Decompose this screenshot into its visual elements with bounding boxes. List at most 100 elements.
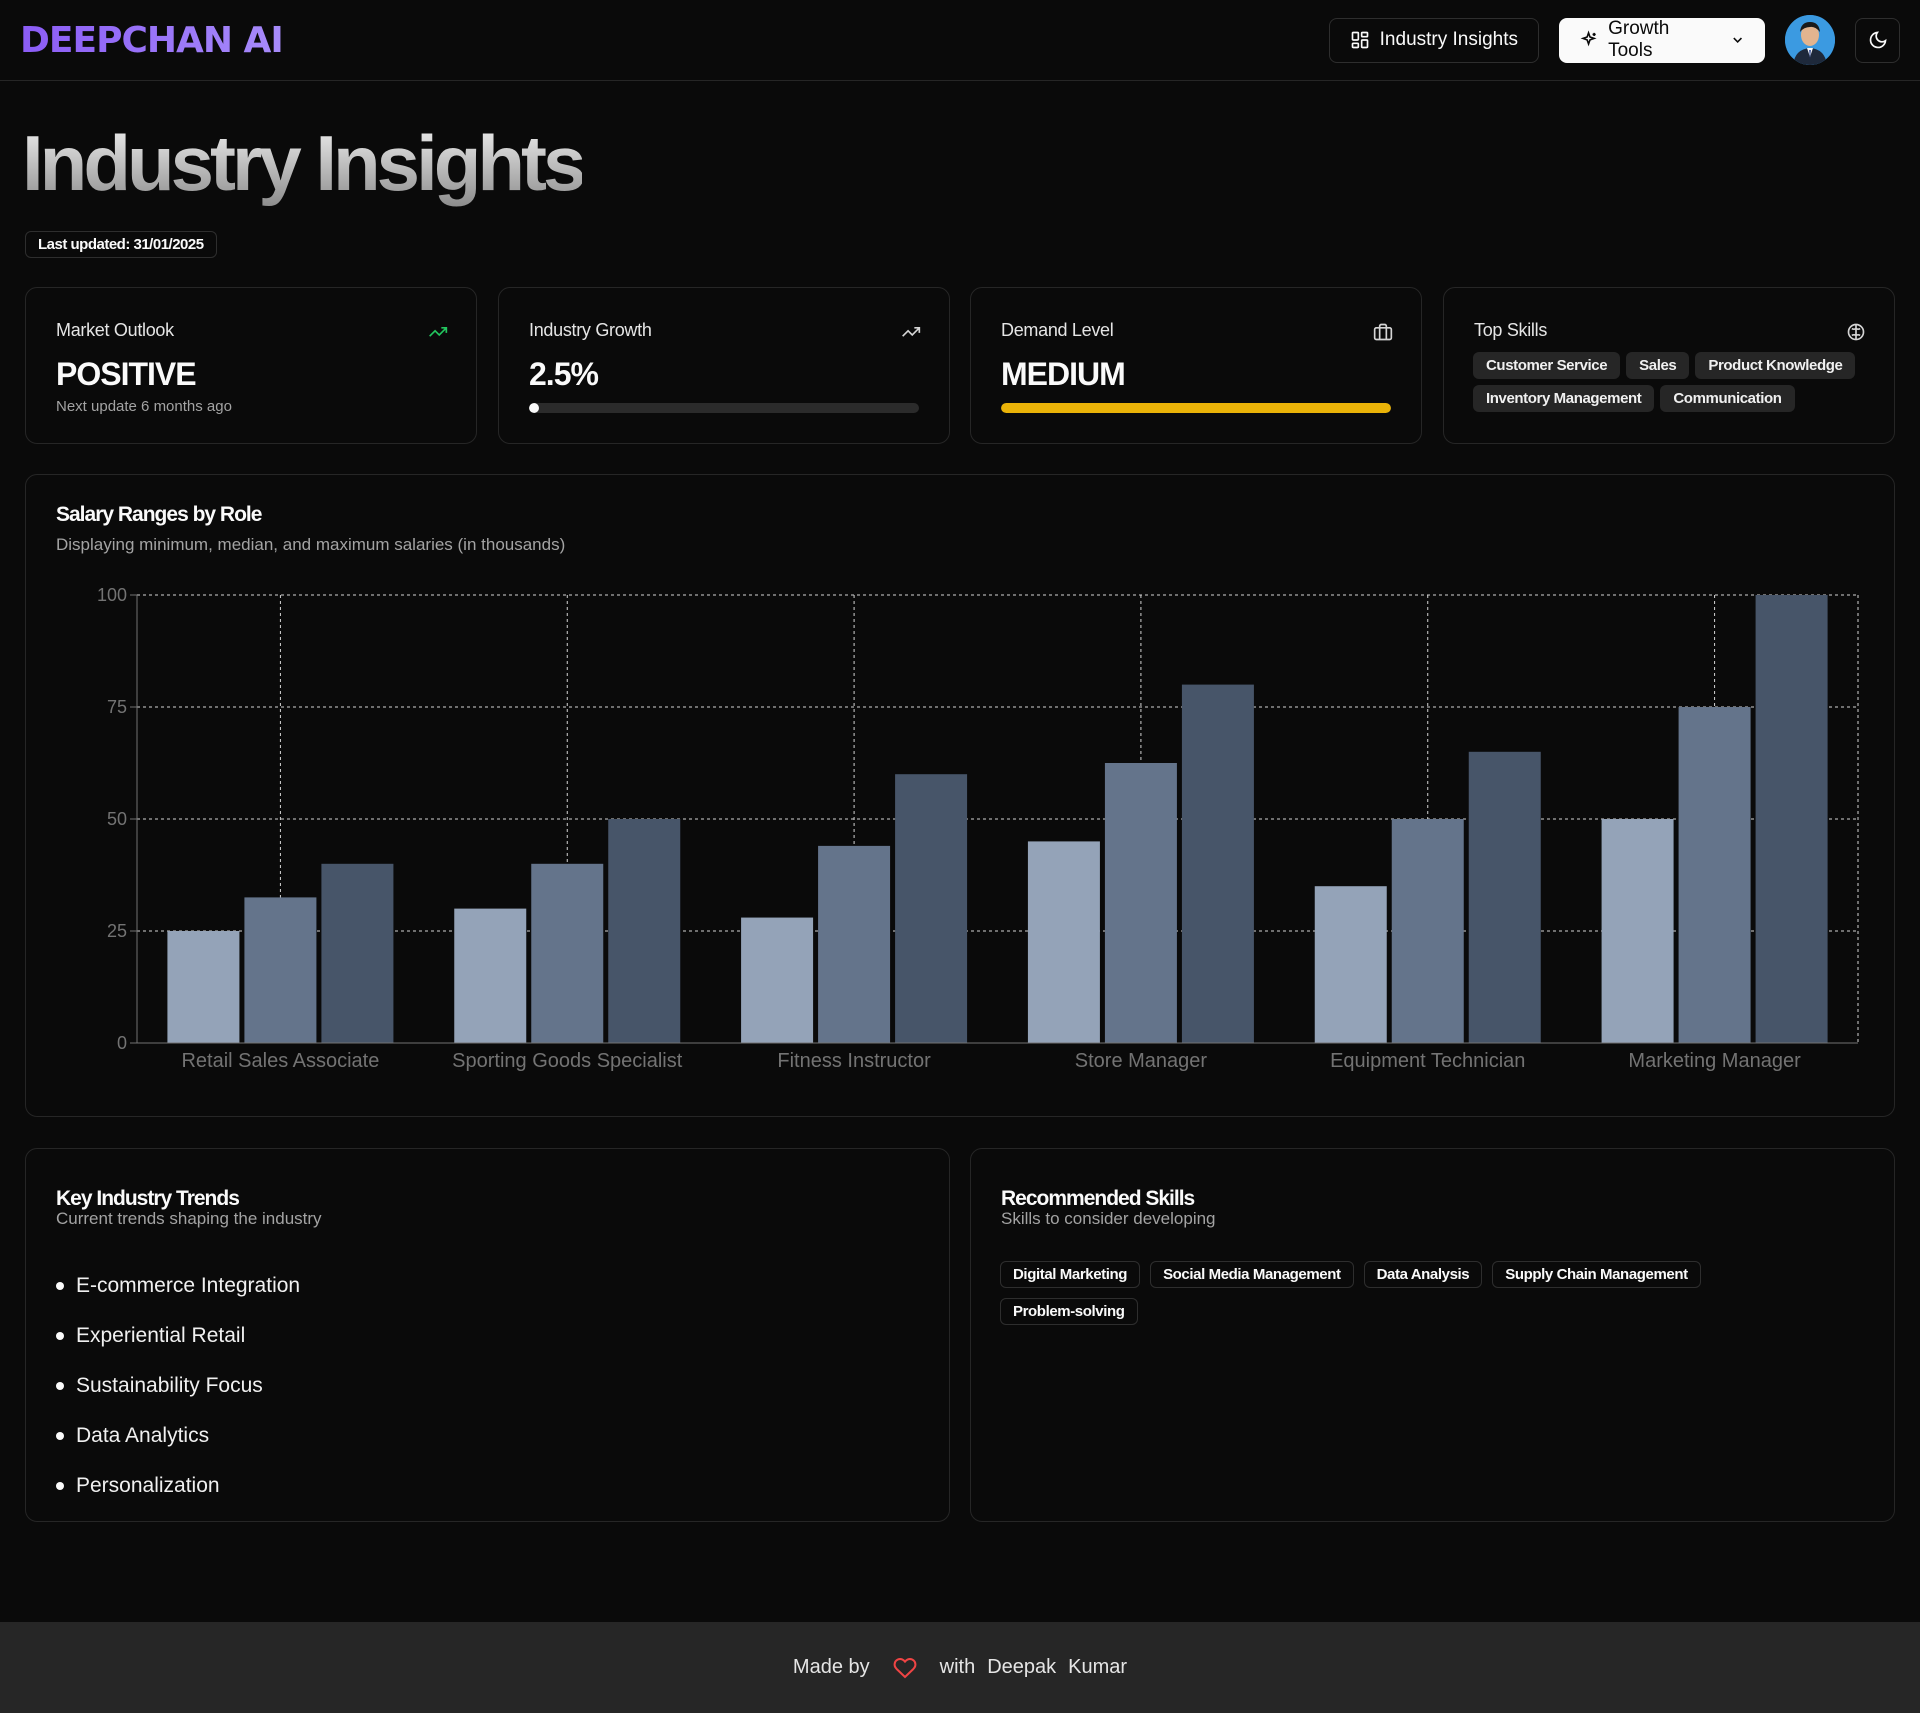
x-tick-label: Sporting Goods Specialist bbox=[452, 1050, 683, 1072]
industry-insights-button[interactable]: Industry Insights bbox=[1328, 17, 1539, 63]
footer: Made by with Deepak Kumar bbox=[0, 1622, 1920, 1713]
bullet-icon bbox=[56, 1282, 64, 1290]
user-avatar-image bbox=[1785, 15, 1835, 65]
recommended-skill-badge: Problem-solving bbox=[1000, 1298, 1138, 1325]
key-trends-description: Current trends shaping the industry bbox=[56, 1209, 322, 1228]
moon-icon bbox=[1869, 31, 1887, 49]
list-item: Sustainability Focus bbox=[56, 1361, 300, 1411]
top-skills-label: Top Skills bbox=[1474, 320, 1548, 340]
trending-up-icon bbox=[429, 327, 448, 337]
bullet-icon bbox=[56, 1482, 64, 1490]
y-tick-label: 0 bbox=[117, 1033, 127, 1053]
heart-icon bbox=[893, 1657, 916, 1678]
recommended-skills-description: Skills to consider developing bbox=[1001, 1209, 1216, 1228]
page-title: Industry Insights bbox=[22, 119, 586, 207]
recommended-skills-title: Recommended Skills bbox=[1001, 1187, 1195, 1210]
list-item: Data Analytics bbox=[56, 1411, 300, 1461]
chart-bar bbox=[1314, 886, 1387, 1043]
skill-badge: Product Knowledge bbox=[1695, 352, 1856, 379]
chart-bar bbox=[741, 917, 814, 1043]
skill-badge: Communication bbox=[1660, 385, 1795, 412]
y-tick-label: 100 bbox=[97, 585, 127, 605]
chart-bar bbox=[1468, 751, 1541, 1043]
recommended-skills-list: Digital Marketing Social Media Managemen… bbox=[1000, 1261, 1800, 1325]
dashboard-icon bbox=[1351, 31, 1368, 49]
demand-level-progress-fill bbox=[1001, 403, 1391, 413]
salary-chart-card: Salary Ranges by Role Displaying minimum… bbox=[25, 474, 1895, 1117]
footer-author-last-name[interactable]: Kumar bbox=[1068, 1656, 1127, 1679]
chart-bar bbox=[1181, 684, 1254, 1043]
chart-bar bbox=[895, 774, 968, 1043]
industry-growth-progress bbox=[529, 403, 919, 413]
trend-text: Data Analytics bbox=[76, 1424, 210, 1447]
app-logo[interactable]: DEEPCHAN AI bbox=[20, 20, 284, 61]
trend-text: Sustainability Focus bbox=[76, 1374, 263, 1397]
trend-text: Experiential Retail bbox=[76, 1324, 246, 1347]
growth-tools-label: Growth Tools bbox=[1608, 18, 1670, 61]
user-avatar[interactable] bbox=[1785, 15, 1835, 65]
trend-text: E-commerce Integration bbox=[76, 1274, 301, 1297]
chart-bar bbox=[244, 897, 317, 1043]
salary-bar-chart: 0 25 50 75 100 Retail Sales Associate Sporting… bbox=[97, 585, 1859, 1072]
skill-badge: Inventory Management bbox=[1473, 385, 1655, 412]
trending-up-icon bbox=[902, 327, 921, 337]
x-tick-label: Store Manager bbox=[1075, 1050, 1208, 1072]
chart-bar bbox=[1678, 707, 1751, 1043]
footer-made-by: Made by bbox=[792, 1656, 870, 1678]
market-outlook-next-update: Next update 6 months ago bbox=[56, 398, 232, 415]
chart-bar bbox=[1391, 819, 1464, 1043]
y-tick-label: 75 bbox=[107, 697, 127, 717]
briefcase-icon bbox=[1373, 323, 1393, 341]
brain-icon bbox=[1847, 323, 1865, 341]
chart-bar bbox=[608, 819, 681, 1043]
market-outlook-value: POSITIVE bbox=[56, 356, 197, 392]
market-outlook-label: Market Outlook bbox=[56, 320, 174, 340]
recommended-skill-badge: Digital Marketing bbox=[1000, 1261, 1141, 1288]
chart-bar bbox=[1027, 841, 1100, 1043]
header-actions: Industry Insights Growth Tools bbox=[1328, 15, 1900, 65]
industry-growth-label: Industry Growth bbox=[529, 320, 652, 340]
trend-text: Personalization bbox=[76, 1474, 220, 1497]
skill-badge: Sales bbox=[1626, 352, 1690, 379]
chart-bar bbox=[531, 863, 604, 1043]
x-tick-label: Fitness Instructor bbox=[777, 1050, 931, 1072]
chart-bar bbox=[454, 908, 527, 1043]
x-tick-label: Equipment Technician bbox=[1330, 1050, 1525, 1072]
growth-tools-dropdown[interactable]: Growth Tools bbox=[1559, 17, 1765, 63]
recommended-skill-badge: Social Media Management bbox=[1150, 1261, 1354, 1288]
demand-level-value: MEDIUM bbox=[1001, 356, 1126, 392]
chart-bar bbox=[321, 863, 394, 1043]
x-tick-label: Marketing Manager bbox=[1628, 1050, 1801, 1072]
key-trends-card: Key Industry Trends Current trends shapi… bbox=[25, 1148, 950, 1522]
skill-badge: Customer Service bbox=[1473, 352, 1621, 379]
recommended-skills-card: Recommended Skills Skills to consider de… bbox=[970, 1148, 1895, 1522]
bullet-icon bbox=[56, 1382, 64, 1390]
footer-author-first-name[interactable]: Deepak bbox=[987, 1656, 1056, 1679]
y-tick-label: 25 bbox=[107, 921, 127, 941]
list-item: Personalization bbox=[56, 1461, 300, 1511]
top-navigation-bar: DEEPCHAN AI Industry Insights Growth Too… bbox=[0, 0, 1920, 81]
trends-list: E-commerce Integration Experiential Reta… bbox=[56, 1261, 300, 1511]
chevron-down-icon bbox=[1732, 37, 1742, 44]
list-item: Experiential Retail bbox=[56, 1311, 300, 1361]
key-trends-title: Key Industry Trends bbox=[56, 1187, 240, 1210]
industry-growth-value: 2.5% bbox=[529, 356, 599, 392]
industry-growth-card: Industry Growth 2.5% bbox=[498, 287, 950, 444]
bullet-icon bbox=[56, 1432, 64, 1440]
bullet-icon bbox=[56, 1332, 64, 1340]
x-tick-label: Retail Sales Associate bbox=[181, 1050, 379, 1072]
theme-toggle-button[interactable] bbox=[1855, 17, 1900, 63]
top-skills-list: Customer Service Sales Product Knowledge… bbox=[1473, 352, 1893, 412]
top-skills-card: Top Skills Customer Service Sales Produc… bbox=[1443, 287, 1895, 444]
chart-bar bbox=[1104, 763, 1177, 1043]
last-updated-badge: Last updated: 31/01/2025 bbox=[25, 231, 217, 258]
footer-with: with bbox=[939, 1656, 976, 1678]
sparkles-icon bbox=[1580, 30, 1597, 47]
market-outlook-card: Market Outlook POSITIVE Next update 6 mo… bbox=[25, 287, 477, 444]
chart-bar bbox=[1755, 595, 1828, 1043]
chart-bar bbox=[818, 845, 891, 1043]
demand-level-label: Demand Level bbox=[1001, 320, 1114, 340]
demand-level-card: Demand Level MEDIUM bbox=[970, 287, 1422, 444]
recommended-skill-badge: Data Analysis bbox=[1363, 1261, 1483, 1288]
industry-insights-label: Industry Insights bbox=[1379, 29, 1518, 50]
